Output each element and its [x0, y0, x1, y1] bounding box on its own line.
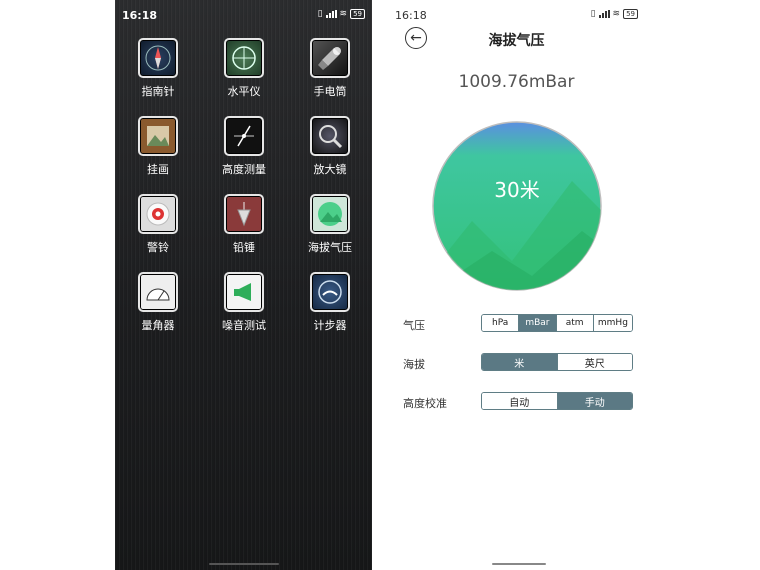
app-label: 海拔气压	[308, 241, 352, 254]
pedometer-icon	[310, 272, 350, 312]
app-pedometer[interactable]: 计步器	[287, 272, 372, 333]
altitude-value: 30米	[494, 178, 540, 202]
protractor-icon	[138, 272, 178, 312]
home-indicator[interactable]	[492, 563, 546, 565]
megaphone-icon	[224, 272, 264, 312]
flashlight-icon	[310, 38, 350, 78]
calibration-auto[interactable]: 自动	[482, 393, 558, 409]
home-indicator[interactable]	[209, 563, 279, 565]
altitude-pressure-icon	[310, 194, 350, 234]
status-icons: ▯ ≋ 59	[591, 9, 638, 19]
app-noise-test[interactable]: 噪音测试	[201, 272, 287, 333]
signal-icon	[598, 10, 610, 18]
status-bar: 16:18 ▯ ≋ 59	[388, 0, 645, 30]
app-protractor[interactable]: 量角器	[115, 272, 201, 333]
plumb-bob-icon	[224, 194, 264, 234]
app-magnifier[interactable]: 放大镜	[287, 116, 372, 177]
status-time: 16:18	[122, 9, 158, 22]
app-compass[interactable]: 指南针	[115, 38, 201, 99]
app-label: 挂画	[147, 163, 169, 176]
altitude-unit-label: 海拔	[403, 358, 425, 371]
app-label: 量角器	[141, 319, 175, 332]
alarm-bell-icon	[138, 194, 178, 234]
app-flashlight[interactable]: 手电筒	[287, 38, 372, 99]
app-label: 计步器	[313, 319, 347, 332]
magnifier-icon	[310, 116, 350, 156]
app-altitude-pressure[interactable]: 海拔气压	[287, 194, 372, 255]
unit-option-hpa[interactable]: hPa	[482, 315, 520, 331]
pressure-unit-label: 气压	[403, 319, 425, 332]
app-label: 铅锤	[233, 241, 255, 254]
status-icons: ▯ ≋ 59	[318, 9, 365, 19]
picture-icon	[138, 116, 178, 156]
app-label: 噪音测试	[222, 319, 266, 332]
app-label: 水平仪	[227, 85, 261, 98]
signal-icon	[325, 10, 337, 18]
app-alarm-bell[interactable]: 警铃	[115, 194, 201, 255]
calibration-label: 高度校准	[403, 397, 447, 410]
app-picture[interactable]: 挂画	[115, 116, 201, 177]
height-measure-icon	[224, 116, 264, 156]
altimeter-screen: 16:18 ▯ ≋ 59 ← 海拔气压 1009.76mBar 30米 气压 h…	[388, 0, 645, 570]
vibrate-icon: ▯	[590, 9, 596, 19]
unit-option-meter[interactable]: 米	[482, 354, 558, 370]
app-label: 指南针	[141, 85, 175, 98]
app-label: 放大镜	[313, 163, 347, 176]
status-bar: 16:18 ▯ ≋ 59	[115, 0, 372, 30]
app-level[interactable]: 水平仪	[201, 38, 287, 99]
wifi-icon: ≋	[612, 9, 621, 19]
page-title: 海拔气压	[488, 33, 545, 49]
calibration-selector: 自动 手动	[481, 392, 633, 410]
app-label: 手电筒	[313, 85, 347, 98]
level-icon	[224, 38, 264, 78]
unit-option-mbar[interactable]: mBar	[519, 315, 557, 331]
app-label: 高度测量	[222, 163, 266, 176]
altitude-unit-selector: 米 英尺	[481, 353, 633, 371]
app-plumb-bob[interactable]: 铅锤	[201, 194, 287, 255]
altitude-gauge	[432, 121, 602, 291]
battery-icon: 59	[623, 9, 638, 19]
wifi-icon: ≋	[339, 9, 348, 19]
app-label: 警铃	[147, 241, 169, 254]
app-height-measure[interactable]: 高度测量	[201, 116, 287, 177]
unit-option-atm[interactable]: atm	[556, 315, 594, 331]
status-time: 16:18	[395, 9, 427, 22]
compass-icon	[138, 38, 178, 78]
home-screen: 16:18 ▯ ≋ 59 指南针 水平仪 手电筒 挂画 高度测量 放大镜 警铃 …	[115, 0, 372, 570]
pressure-unit-selector: hPa mBar atm mmHg	[481, 314, 633, 332]
calibration-manual[interactable]: 手动	[557, 393, 632, 409]
battery-icon: 59	[350, 9, 365, 19]
unit-option-mmhg[interactable]: mmHg	[593, 315, 632, 331]
unit-option-feet[interactable]: 英尺	[557, 354, 632, 370]
pressure-reading: 1009.76mBar	[458, 72, 575, 92]
vibrate-icon: ▯	[317, 9, 323, 19]
